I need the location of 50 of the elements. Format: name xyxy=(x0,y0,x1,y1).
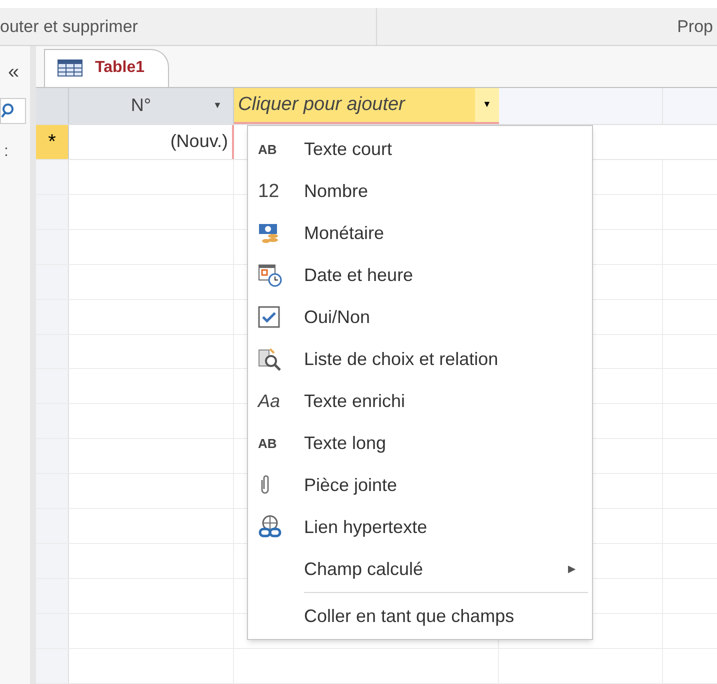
menu-item[interactable]: AB Texte long xyxy=(248,422,592,464)
dropdown-arrow-icon[interactable]: ▼ xyxy=(213,99,233,113)
menu-item[interactable]: Oui/Non xyxy=(248,296,592,338)
select-all-corner[interactable] xyxy=(36,88,69,124)
row-selector[interactable] xyxy=(36,300,69,334)
menu-item[interactable]: AB Texte court xyxy=(248,128,592,170)
menu-item[interactable]: Lien hypertexte xyxy=(248,506,592,548)
ribbon-group-label: outer et supprimer xyxy=(0,8,377,45)
search-icon xyxy=(1,103,15,119)
menu-item[interactable]: Coller en tant que champs xyxy=(248,595,592,637)
document-tab[interactable]: Table1 xyxy=(44,48,169,87)
row-selector[interactable] xyxy=(36,194,69,229)
row-selector[interactable] xyxy=(36,579,69,613)
globe-link-icon xyxy=(258,515,282,539)
menu-item[interactable]: Aa Texte enrichi xyxy=(248,380,592,422)
collapse-button[interactable]: « xyxy=(0,62,20,82)
type-icon: AB xyxy=(258,436,277,450)
row-selector[interactable] xyxy=(36,404,69,438)
row-selector[interactable] xyxy=(36,264,69,299)
checkbox-icon xyxy=(258,306,280,328)
list-magnifier-icon xyxy=(258,347,282,371)
ribbon-group-label: Prop xyxy=(677,16,714,38)
row-selector[interactable] xyxy=(36,439,69,474)
table-icon xyxy=(57,59,83,78)
calendar-clock-icon xyxy=(258,263,282,287)
more-indicator: : xyxy=(3,142,8,162)
submenu-arrow-icon: ▶ xyxy=(568,562,576,576)
row-selector[interactable] xyxy=(36,369,69,404)
row-selector[interactable] xyxy=(36,230,69,264)
new-record-marker: * xyxy=(36,124,69,159)
column-header[interactable]: N° ▼ xyxy=(69,88,234,124)
row-selector[interactable] xyxy=(36,474,69,508)
type-icon: 12 xyxy=(258,182,280,200)
type-icon: Aa xyxy=(258,392,280,410)
menu-item[interactable]: Pièce jointe xyxy=(248,464,592,506)
row-selector[interactable] xyxy=(36,614,69,648)
row-selector[interactable] xyxy=(36,544,69,578)
row-selector[interactable] xyxy=(36,160,69,194)
add-column-header[interactable]: Cliquer pour ajouter ▼ xyxy=(234,88,499,124)
table-cell: (Nouv.) xyxy=(69,124,234,159)
row-selector[interactable] xyxy=(36,334,69,368)
menu-item[interactable]: Monétaire xyxy=(248,212,592,254)
row-selector[interactable] xyxy=(36,648,69,683)
type-icon: AB xyxy=(258,142,277,156)
menu-item[interactable]: Liste de choix et relation xyxy=(248,338,592,380)
menu-item[interactable]: Champ calculé ▶ xyxy=(248,548,592,590)
search-field[interactable] xyxy=(0,98,26,124)
menu-item[interactable]: Date et heure xyxy=(248,254,592,296)
menu-item[interactable]: 12 Nombre xyxy=(248,170,592,212)
row-selector[interactable] xyxy=(36,509,69,544)
